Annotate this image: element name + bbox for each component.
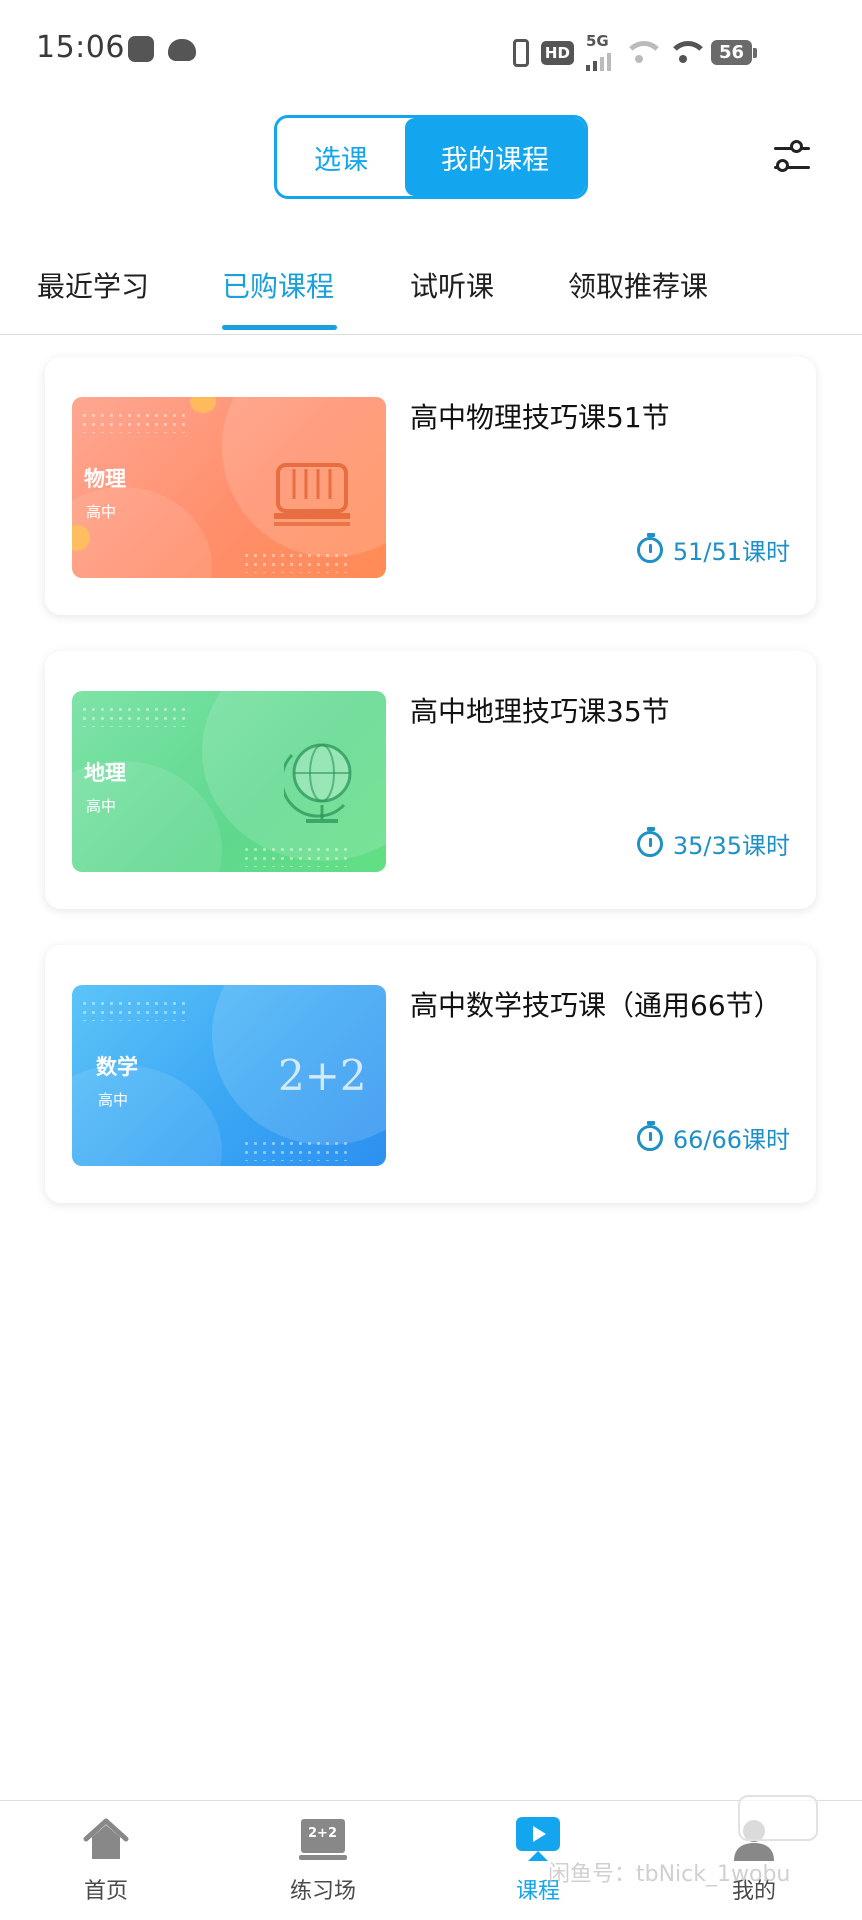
lesson-progress-text: 35/35课时 <box>672 832 790 860</box>
course-title: 高中物理技巧课51节 <box>410 401 670 434</box>
thumbnail-level: 高中 <box>86 503 117 521</box>
lesson-progress: 51/51课时 <box>636 532 790 567</box>
vibrate-icon <box>512 38 529 67</box>
status-left-icons <box>128 36 196 62</box>
filter-icon[interactable] <box>770 138 814 178</box>
watermark-logo <box>738 1795 818 1841</box>
thumbnail-level: 高中 <box>86 797 117 815</box>
thumbnail-subject: 物理 <box>84 467 126 491</box>
signal-bars-icon <box>585 51 611 71</box>
thumbnail-subject: 数学 <box>96 1055 138 1079</box>
status-right-icons: HD 5G 56 <box>512 32 758 71</box>
newtons-cradle-icon <box>274 463 350 526</box>
svg-text:2+2: 2+2 <box>308 1826 337 1841</box>
thumbnail-level: 高中 <box>98 1091 129 1109</box>
nav-practice-label: 练习场 <box>289 1879 356 1904</box>
battery-icon: 56 <box>710 40 758 65</box>
course-thumbnail: 物理 高中 <box>72 397 386 578</box>
lesson-progress-text: 51/51课时 <box>672 538 790 566</box>
lesson-progress: 66/66课时 <box>636 1120 790 1155</box>
nav-home[interactable]: 首页 <box>46 1815 166 1905</box>
tab-recommended-courses[interactable]: 领取推荐课 <box>568 265 708 305</box>
course-thumbnail: 数学 高中 2+2 <box>72 985 386 1166</box>
globe-icon <box>284 743 352 823</box>
network-type: 5G <box>585 32 609 50</box>
wifi-icon-secondary <box>622 40 665 65</box>
timer-icon <box>636 1120 663 1151</box>
hd-badge: HD <box>540 40 574 65</box>
tab-trial-lessons[interactable]: 试听课 <box>410 265 494 305</box>
course-card-math[interactable]: 数学 高中 2+2 高中数学技巧课（通用66节） 66/66课时 <box>45 945 816 1203</box>
notification-app-icon <box>128 36 154 62</box>
cloud-icon <box>168 39 196 61</box>
tab-recent-study[interactable]: 最近学习 <box>37 265 149 305</box>
timer-icon <box>636 532 663 563</box>
segment-my-courses[interactable]: 我的课程 <box>405 118 585 196</box>
course-title: 高中数学技巧课（通用66节） <box>410 989 782 1022</box>
tab-purchased-courses[interactable]: 已购课程 <box>222 265 334 305</box>
wifi-icon <box>666 40 709 65</box>
status-time: 15:06 <box>36 30 125 65</box>
nav-practice[interactable]: 2+2 练习场 <box>263 1815 383 1905</box>
thumbnail-subject: 地理 <box>84 761 126 785</box>
course-tabs: 最近学习 已购课程 试听课 领取推荐课 <box>0 255 862 335</box>
course-title: 高中地理技巧课35节 <box>410 695 670 728</box>
course-card-physics[interactable]: 物理 高中 高中物理技巧课51节 51/51课时 <box>45 357 816 615</box>
course-segment-control: 选课 我的课程 <box>274 115 588 199</box>
tab-active-indicator <box>222 325 337 330</box>
course-card-geography[interactable]: 地理 高中 高中地理技巧课35节 35/35课时 <box>45 651 816 909</box>
home-icon <box>83 1818 129 1859</box>
segment-select-course[interactable]: 选课 <box>277 118 405 196</box>
lesson-progress-text: 66/66课时 <box>672 1126 790 1154</box>
lesson-progress: 35/35课时 <box>636 826 790 861</box>
screen: 15:06 HD 5G 56 选课 我的课程 最近学习 已购课程 试听课 领取推… <box>0 0 862 1920</box>
thumbnail-math-text: 2+2 <box>278 1051 367 1100</box>
nav-home-label: 首页 <box>83 1879 128 1904</box>
watermark: 闲鱼号：tbNick_1wobu <box>548 1862 791 1887</box>
blackboard-icon: 2+2 <box>299 1819 347 1860</box>
status-bar: 15:06 HD 5G 56 <box>0 0 862 100</box>
timer-icon <box>636 826 663 857</box>
course-thumbnail: 地理 高中 <box>72 691 386 872</box>
cellular-signal: 5G <box>585 32 611 71</box>
